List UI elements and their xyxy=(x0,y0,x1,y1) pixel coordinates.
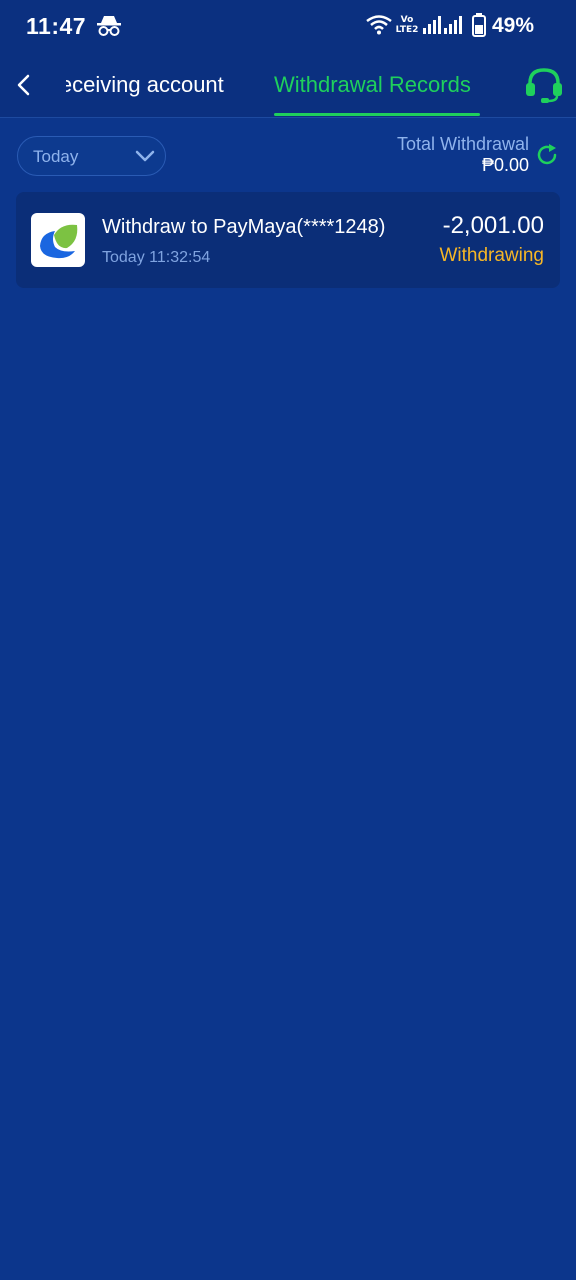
chevron-down-icon xyxy=(135,150,155,162)
network-label-part: Vo xyxy=(400,15,414,25)
status-time: 11:47 xyxy=(26,13,87,39)
paymaya-logo-icon xyxy=(31,213,85,267)
status-bar: 11:47 Vo LTE2 49% xyxy=(0,0,576,52)
date-filter-label: Today xyxy=(33,147,79,166)
tab-withdrawal-records[interactable]: Withdrawal Records xyxy=(274,72,471,98)
battery-icon xyxy=(472,13,486,37)
signal-icon xyxy=(423,16,441,34)
date-filter-dropdown[interactable]: Today xyxy=(17,136,166,176)
network-label-part: LTE2 xyxy=(395,25,419,35)
tab-receiving-label: Receiving account xyxy=(66,72,224,97)
withdrawal-record-item[interactable]: Withdraw to PayMaya(****1248) Today 11:3… xyxy=(16,192,560,288)
record-amount: -2,001.00 xyxy=(442,212,544,239)
battery-percent: 49% xyxy=(492,14,535,37)
signal-icon-2 xyxy=(444,16,462,34)
headset-icon[interactable] xyxy=(524,66,564,104)
header: Receiving account Withdrawal Records xyxy=(0,52,576,118)
record-title: Withdraw to PayMaya(****1248) xyxy=(102,216,386,238)
refresh-icon[interactable] xyxy=(535,143,559,167)
network-label: Vo LTE2 xyxy=(395,15,419,35)
incognito-icon xyxy=(97,16,121,36)
total-withdrawal-label: Total Withdrawal xyxy=(396,134,529,154)
active-tab-indicator xyxy=(274,113,480,116)
volte-icon: Vo LTE2 xyxy=(395,15,419,37)
tab-receiving-account[interactable]: Receiving account xyxy=(66,72,236,98)
record-time: Today 11:32:54 xyxy=(102,249,211,266)
back-arrow-icon[interactable] xyxy=(10,68,38,102)
total-withdrawal-value: ₱0.00 xyxy=(481,155,529,175)
wifi-icon xyxy=(366,15,392,35)
record-status: Withdrawing xyxy=(439,245,544,266)
